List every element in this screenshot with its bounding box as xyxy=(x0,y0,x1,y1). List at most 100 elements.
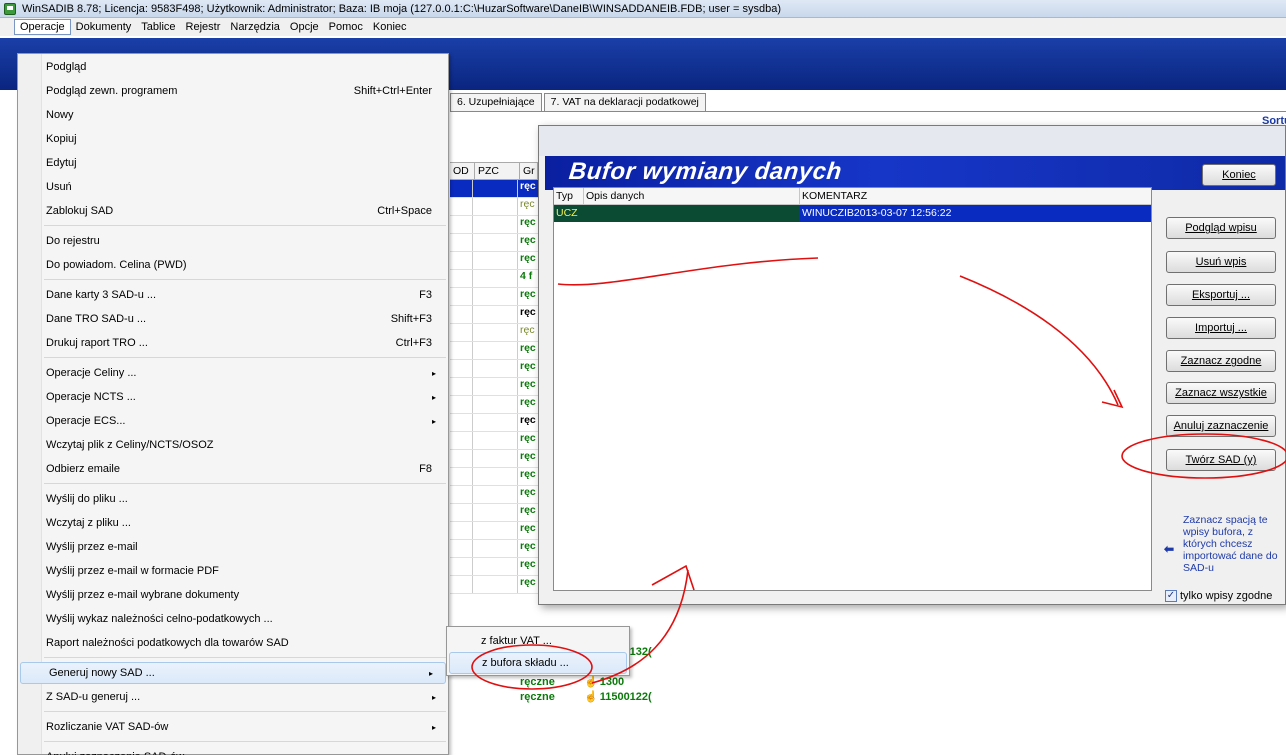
table-cell xyxy=(450,180,473,197)
menu-item-operacje-ncts[interactable]: Operacje NCTS ... ▸ xyxy=(18,386,448,408)
menu-item-operacje-celiny[interactable]: Operacje Celiny ... ▸ xyxy=(18,362,448,384)
menu-item-label: Wyślij przez e-mail wybrane dokumenty xyxy=(46,589,240,601)
table-cell xyxy=(450,576,473,593)
tylko-zgodne-checkbox[interactable]: ✓ tylko wpisy zgodne xyxy=(1165,590,1272,602)
menu-item-dane-tro-sad-u[interactable]: Dane TRO SAD-u ... Shift+F3 xyxy=(18,308,448,330)
submenu-item-z-faktur-vat[interactable]: z faktur VAT ... xyxy=(449,630,627,652)
menu-item-wyślij-przez-e-mail-wybrane-dokumenty[interactable]: Wyślij przez e-mail wybrane dokumenty xyxy=(18,584,448,606)
usun-wpis-button[interactable]: Usuń wpis xyxy=(1166,251,1276,273)
menu-item-wyślij-przez-e-mail-w-formacie-pdf[interactable]: Wyślij przez e-mail w formacie PDF xyxy=(18,560,448,582)
close-button-label: Koniec xyxy=(1222,169,1256,181)
podglad-wpisu-label: Podgląd wpisu xyxy=(1185,222,1257,234)
menu-item-anuluj-zaznaczenie-sad-ów[interactable]: Anuluj zaznaczenie SAD-ów xyxy=(18,746,448,755)
menu-item-podgląd[interactable]: Podgląd xyxy=(18,56,448,78)
tworz-sad-label: Twórz SAD (y) xyxy=(1185,454,1257,466)
row-opis xyxy=(584,205,800,222)
table-cell xyxy=(450,522,473,539)
bufor-list[interactable]: Typ Opis danych KOMENTARZ UCZ WINUCZIB20… xyxy=(553,187,1152,591)
menu-koniec[interactable]: Koniec xyxy=(368,20,412,34)
menu-item-usuń[interactable]: Usuń xyxy=(18,176,448,198)
menu-item-operacje-ecs[interactable]: Operacje ECS... ▸ xyxy=(18,410,448,432)
list-col-opis[interactable]: Opis danych xyxy=(584,188,800,204)
menu-item-do-rejestru[interactable]: Do rejestru xyxy=(18,230,448,252)
table-cell xyxy=(473,216,518,233)
hand-icon: ☝ xyxy=(584,691,598,703)
tworz-sad-button[interactable]: Twórz SAD (y) xyxy=(1166,449,1276,471)
zaznacz-wszystkie-button[interactable]: Zaznacz wszystkie xyxy=(1166,382,1276,404)
menu-item-z-sad-u-generuj[interactable]: Z SAD-u generuj ... ▸ xyxy=(18,686,448,708)
grid-col-pzc[interactable]: PZC xyxy=(475,162,520,180)
menu-item-generuj-nowy-sad[interactable]: Generuj nowy SAD ... ▸ xyxy=(20,662,446,684)
menu-item-label: Wyślij wykaz należności celno-podatkowyc… xyxy=(46,613,273,625)
menu-item-kopiuj[interactable]: Kopiuj xyxy=(18,128,448,150)
menu-item-label: Kopiuj xyxy=(46,133,77,145)
table-cell xyxy=(450,414,473,431)
table-cell xyxy=(450,234,473,251)
table-cell xyxy=(450,216,473,233)
menu-narzedzia[interactable]: Narzędzia xyxy=(225,20,285,34)
table-cell xyxy=(473,504,518,521)
menu-item-label: Operacje NCTS ... xyxy=(46,391,136,403)
tab-vat-deklaracja[interactable]: 7. VAT na deklaracji podatkowej xyxy=(543,93,706,111)
table-cell xyxy=(473,306,518,323)
menu-item-nowy[interactable]: Nowy xyxy=(18,104,448,126)
window-title: WinSADIB 8.78; Licencja: 9583F498; Użytk… xyxy=(22,2,782,15)
list-col-komentarz[interactable]: KOMENTARZ xyxy=(800,188,1151,204)
tab-uzupelniajace[interactable]: 6. Uzupełniające xyxy=(450,93,542,111)
menu-dokumenty[interactable]: Dokumenty xyxy=(71,20,137,34)
table-cell xyxy=(473,342,518,359)
menu-rejestr[interactable]: Rejestr xyxy=(181,20,226,34)
checkbox-checked-icon: ✓ xyxy=(1165,590,1177,602)
zaznacz-zgodne-button[interactable]: Zaznacz zgodne xyxy=(1166,350,1276,372)
table-cell xyxy=(450,540,473,557)
menu-item-wyślij-do-pliku[interactable]: Wyślij do pliku ... xyxy=(18,488,448,510)
menu-item-rozliczanie-vat-sad-ów[interactable]: Rozliczanie VAT SAD-ów ▸ xyxy=(18,716,448,738)
menu-item-podgląd-zewn-programem[interactable]: Podgląd zewn. programem Shift+Ctrl+Enter xyxy=(18,80,448,102)
main-tabs: 6. Uzupełniające 7. VAT na deklaracji po… xyxy=(450,93,708,111)
menu-opcje[interactable]: Opcje xyxy=(285,20,324,34)
table-row[interactable]: ręczne ☝ 1300 xyxy=(520,674,652,689)
menu-item-drukuj-raport-tro[interactable]: Drukuj raport TRO ... Ctrl+F3 xyxy=(18,332,448,354)
table-cell xyxy=(450,450,473,467)
table-cell xyxy=(473,270,518,287)
table-cell xyxy=(473,288,518,305)
submenu-item-z-bufora-skladu[interactable]: z bufora składu ... xyxy=(449,652,627,674)
dialog-close-button[interactable]: Koniec xyxy=(1202,164,1276,186)
menu-item-wyślij-wykaz-należności-celno-podatkowych[interactable]: Wyślij wykaz należności celno-podatkowyc… xyxy=(18,608,448,630)
generuj-submenu: z faktur VAT ... z bufora składu ... xyxy=(446,626,630,676)
table-cell xyxy=(450,198,473,215)
app-icon xyxy=(4,2,16,15)
menu-item-wczytaj-z-pliku[interactable]: Wczytaj z pliku ... xyxy=(18,512,448,534)
list-row[interactable]: UCZ WINUCZIB2013-03-07 12:56:22 xyxy=(554,205,1151,222)
table-row[interactable]: ręczne ☝ 11500122( xyxy=(520,689,652,704)
menu-item-wczytaj-plik-z-celiny-ncts-osoz[interactable]: Wczytaj plik z Celiny/NCTS/OSOZ xyxy=(18,434,448,456)
menu-tablice[interactable]: Tablice xyxy=(136,20,180,34)
menu-item-do-powiadom-celina-pwd[interactable]: Do powiadom. Celina (PWD) xyxy=(18,254,448,276)
list-col-typ[interactable]: Typ xyxy=(554,188,584,204)
menu-item-wyślij-przez-e-mail[interactable]: Wyślij przez e-mail xyxy=(18,536,448,558)
chevron-right-icon: ▸ xyxy=(431,416,436,426)
importuj-button[interactable]: Importuj ... xyxy=(1166,317,1276,339)
menu-pomoc[interactable]: Pomoc xyxy=(324,20,368,34)
table-cell xyxy=(450,504,473,521)
grid-col-od[interactable]: OD xyxy=(450,162,475,180)
menu-operacje[interactable]: Operacje xyxy=(14,19,71,35)
menu-item-dane-karty-3-sad-u[interactable]: Dane karty 3 SAD-u ... F3 xyxy=(18,284,448,306)
podglad-wpisu-button[interactable]: Podgląd wpisu xyxy=(1166,217,1276,239)
menu-item-label: Do rejestru xyxy=(46,235,100,247)
table-cell xyxy=(450,342,473,359)
menu-item-raport-należności-podatkowych-dla-towarów-sad[interactable]: Raport należności podatkowych dla towaró… xyxy=(18,632,448,654)
menu-item-odbierz-emaile[interactable]: Odbierz emaile F8 xyxy=(18,458,448,480)
list-header: Typ Opis danych KOMENTARZ xyxy=(554,188,1151,205)
menu-item-label: Wyślij przez e-mail w formacie PDF xyxy=(46,565,219,577)
eksportuj-button[interactable]: Eksportuj ... xyxy=(1166,284,1276,306)
menu-separator xyxy=(44,279,446,280)
grid-col-gr[interactable]: Gr xyxy=(520,162,538,180)
menu-item-zablokuj-sad[interactable]: Zablokuj SAD Ctrl+Space xyxy=(18,200,448,222)
anuluj-zaznaczenie-button[interactable]: Anuluj zaznaczenie xyxy=(1166,415,1276,437)
table-cell xyxy=(473,198,518,215)
table-cell: 11500122( xyxy=(599,690,652,703)
menu-item-shortcut: Shift+F3 xyxy=(390,313,432,325)
chevron-right-icon: ▸ xyxy=(431,692,436,702)
menu-item-edytuj[interactable]: Edytuj xyxy=(18,152,448,174)
